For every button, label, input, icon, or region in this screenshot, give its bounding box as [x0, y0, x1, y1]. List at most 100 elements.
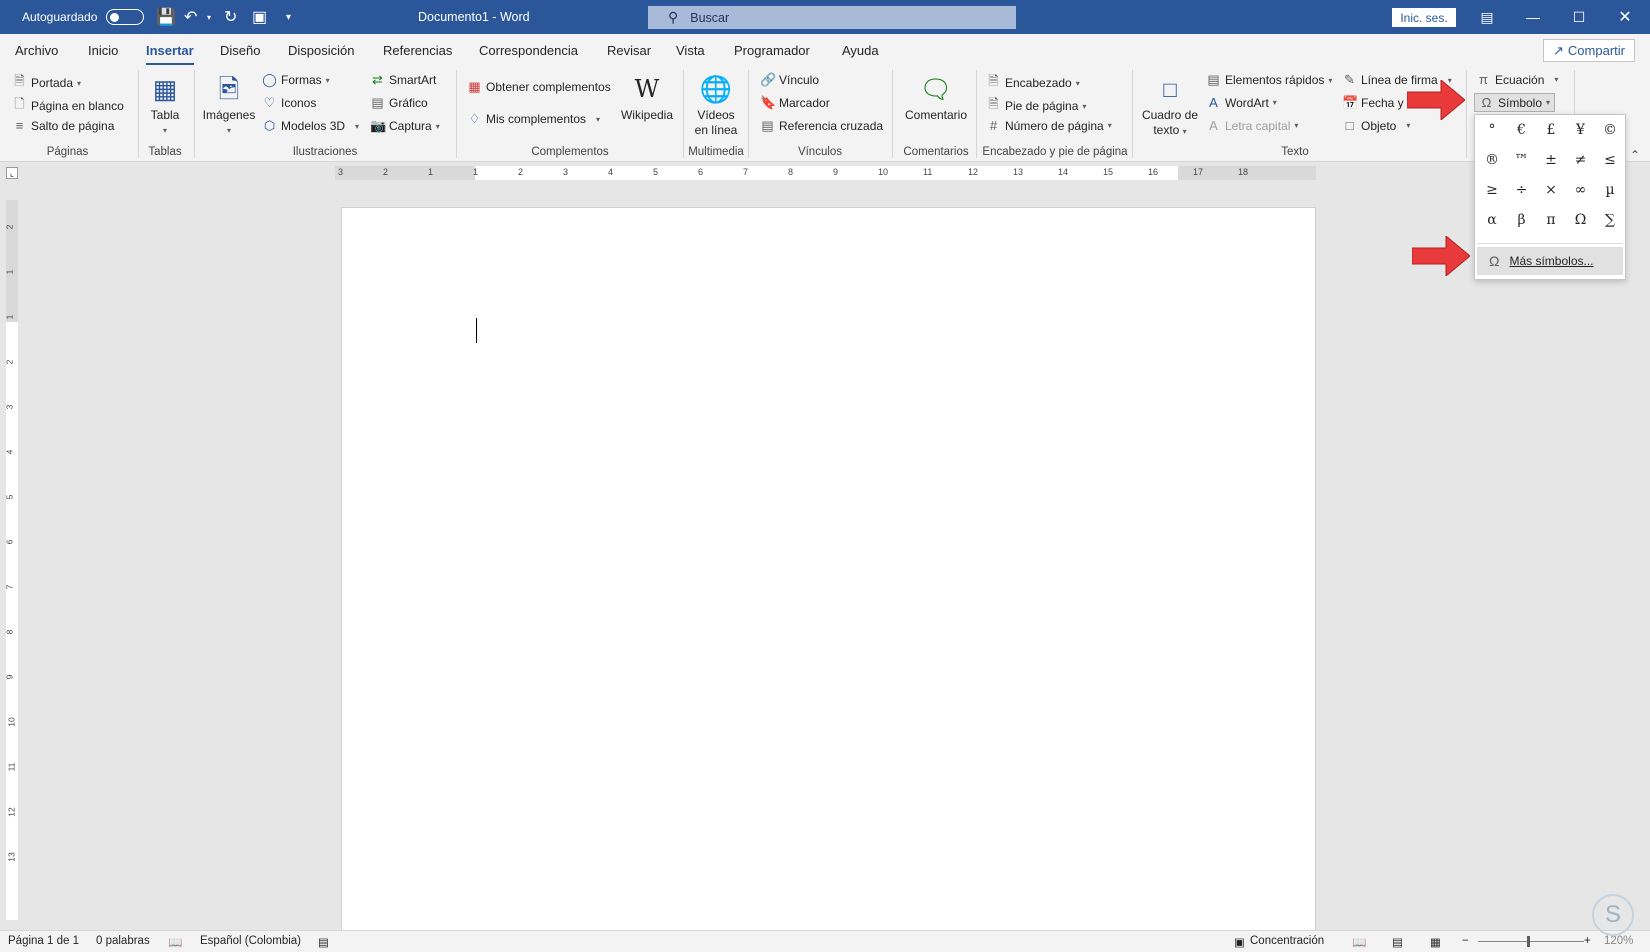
wikipedia-button[interactable]: W Wikipedia: [618, 70, 676, 123]
minimize-icon[interactable]: —: [1510, 0, 1556, 34]
web-layout-icon[interactable]: ▦: [1430, 935, 1441, 949]
iconos-button[interactable]: ♡ Iconos: [262, 95, 317, 111]
formas-label: Formas: [281, 73, 322, 87]
read-mode-icon[interactable]: 📖: [1352, 935, 1366, 949]
focus-mode[interactable]: Concentración: [1250, 935, 1324, 947]
close-icon[interactable]: ✕: [1602, 0, 1648, 34]
symbol-cell[interactable]: ∞: [1568, 177, 1594, 203]
touch-mode-icon[interactable]: ▣: [252, 0, 267, 34]
captura-button[interactable]: 📷 Captura ▾: [370, 118, 440, 134]
horizontal-ruler[interactable]: [335, 166, 1316, 180]
tab-selector[interactable]: ⌞: [6, 167, 18, 179]
imagenes-button[interactable]: 🖻 Imágenes ▾: [202, 70, 256, 138]
ecuacion-button[interactable]: π Ecuación ▾: [1476, 72, 1558, 87]
tabla-button[interactable]: ▦ Tabla ▾: [145, 70, 185, 138]
tab-referencias[interactable]: Referencias: [383, 43, 452, 58]
simbolo-button[interactable]: Ω Símbolo ▾: [1474, 93, 1556, 112]
symbol-cell[interactable]: ¥: [1568, 117, 1594, 143]
search-placeholder: Buscar: [690, 10, 730, 25]
formas-button[interactable]: ◯ Formas ▾: [262, 72, 329, 88]
word-count[interactable]: 0 palabras: [96, 935, 150, 947]
letra-capital-button[interactable]: A Letra capital ▾: [1206, 118, 1298, 133]
symbol-cell[interactable]: ®: [1479, 147, 1505, 173]
tab-insertar[interactable]: Insertar: [146, 43, 194, 65]
symbol-cell[interactable]: µ: [1597, 177, 1623, 203]
language-status[interactable]: Español (Colombia): [200, 935, 301, 947]
modelos3d-button[interactable]: ⬡ Modelos 3D ▾: [262, 118, 359, 134]
customize-qat-icon[interactable]: ▾: [286, 0, 291, 34]
focus-icon[interactable]: ▣: [1234, 935, 1245, 949]
ribbon-display-icon[interactable]: ▤: [1464, 0, 1510, 34]
tab-ayuda[interactable]: Ayuda: [842, 43, 879, 58]
symbol-cell[interactable]: α: [1479, 207, 1505, 233]
videos-en-linea-button[interactable]: 🌐 Vídeos en línea: [690, 70, 742, 138]
proofing-icon[interactable]: 📖: [168, 935, 182, 949]
symbol-cell[interactable]: €: [1509, 117, 1535, 143]
tab-disposicion[interactable]: Disposición: [288, 43, 354, 58]
symbol-cell[interactable]: ≥: [1479, 177, 1505, 203]
ruler-number: 9: [833, 167, 839, 177]
page-count[interactable]: Página 1 de 1: [8, 935, 79, 947]
symbol-cell[interactable]: ≤: [1597, 147, 1623, 173]
portada-button[interactable]: 🗎 Portada ▾: [12, 72, 81, 94]
undo-icon[interactable]: ↶: [184, 0, 197, 34]
zoom-slider[interactable]: [1478, 941, 1584, 942]
save-icon[interactable]: 💾: [156, 0, 176, 34]
store-icon: ▦: [468, 79, 481, 94]
symbol-cell[interactable]: £: [1538, 117, 1564, 143]
salto-pagina-button[interactable]: ≡ Salto de página: [12, 118, 115, 133]
more-symbols-button[interactable]: Ω Más símbolos...: [1477, 247, 1623, 275]
tab-inicio[interactable]: Inicio: [88, 43, 118, 58]
collapse-ribbon-icon[interactable]: ⌃: [1630, 148, 1640, 162]
objeto-button[interactable]: □ Objeto ▾: [1342, 118, 1411, 133]
quick-parts-icon: ▤: [1207, 72, 1220, 87]
zoom-level[interactable]: 120%: [1604, 935, 1633, 947]
mis-complementos-button[interactable]: ♢ Mis complementos ▾: [467, 111, 600, 127]
print-layout-icon[interactable]: ▤: [1392, 935, 1403, 949]
encabezado-button[interactable]: 🗎 Encabezado ▾: [986, 72, 1079, 94]
tab-correspondencia[interactable]: Correspondencia: [479, 43, 578, 58]
pie-pagina-button[interactable]: 🗎 Pie de página ▾: [986, 95, 1086, 117]
referencia-cruzada-button[interactable]: ▤ Referencia cruzada: [760, 118, 883, 134]
undo-dropdown-icon[interactable]: ▾: [207, 0, 211, 34]
symbol-cell[interactable]: π: [1538, 207, 1564, 233]
marcador-button[interactable]: 🔖 Marcador: [760, 95, 830, 111]
referencia-label: Referencia cruzada: [779, 119, 884, 133]
tab-diseno[interactable]: Diseño: [220, 43, 260, 58]
symbol-cell[interactable]: ×: [1538, 177, 1564, 203]
obtener-complementos-button[interactable]: ▦ Obtener complementos: [467, 79, 610, 95]
signin-button[interactable]: Inic. ses.: [1392, 8, 1456, 27]
elementos-rapidos-button[interactable]: ▤ Elementos rápidos ▾: [1206, 72, 1332, 88]
wordart-button[interactable]: A WordArt ▾: [1206, 95, 1277, 110]
pagina-blanco-button[interactable]: 🗋 Página en blanco: [12, 95, 123, 117]
zoom-out-icon[interactable]: −: [1462, 935, 1469, 947]
tab-archivo[interactable]: Archivo: [15, 43, 58, 58]
zoom-in-icon[interactable]: +: [1584, 935, 1591, 947]
tab-revisar[interactable]: Revisar: [607, 43, 651, 58]
tab-programador[interactable]: Programador: [734, 43, 810, 58]
autosave-toggle[interactable]: [106, 0, 144, 34]
vinculo-button[interactable]: 🔗 Vínculo: [760, 72, 819, 88]
share-button[interactable]: ↗ Compartir: [1543, 39, 1635, 62]
symbol-cell[interactable]: ™: [1509, 147, 1535, 173]
comentario-button[interactable]: 🗨 Comentario: [900, 70, 972, 123]
redo-icon[interactable]: ↻: [224, 0, 237, 34]
symbol-cell[interactable]: ≠: [1568, 147, 1594, 173]
symbol-cell[interactable]: ±: [1538, 147, 1564, 173]
search-input[interactable]: ⚲ Buscar: [648, 6, 1016, 29]
document-page[interactable]: [341, 207, 1316, 932]
grafico-button[interactable]: ▤ Gráfico: [370, 95, 427, 111]
tab-vista[interactable]: Vista: [676, 43, 705, 58]
accessibility-icon[interactable]: ▤: [318, 935, 329, 949]
cuadro-texto-button[interactable]: □ Cuadro de texto ▾: [1138, 70, 1202, 139]
maximize-icon[interactable]: ☐: [1556, 0, 1602, 34]
zoom-slider-thumb[interactable]: [1527, 936, 1530, 947]
symbol-cell[interactable]: °: [1479, 117, 1505, 143]
symbol-cell[interactable]: β: [1509, 207, 1535, 233]
symbol-cell[interactable]: ©: [1597, 117, 1623, 143]
symbol-cell[interactable]: Ω: [1568, 207, 1594, 233]
symbol-cell[interactable]: ∑: [1597, 207, 1623, 233]
symbol-cell[interactable]: ÷: [1509, 177, 1535, 203]
numero-pagina-button[interactable]: # Número de página ▾: [986, 118, 1112, 133]
smartart-button[interactable]: ⇄ SmartArt: [370, 72, 436, 88]
